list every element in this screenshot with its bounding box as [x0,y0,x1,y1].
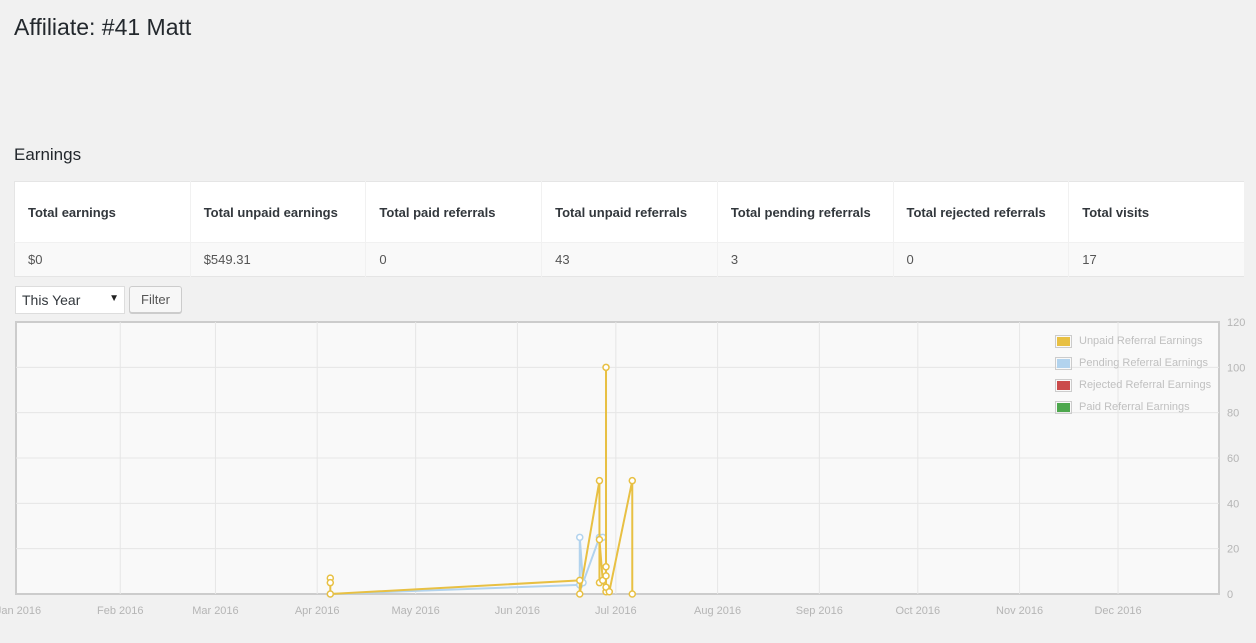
legend-color-unpaid [1057,336,1070,346]
header-total-rejected-referrals: Total rejected referrals [893,181,1070,243]
pending-referral-earnings-point [576,533,584,542]
value-total-paid-referrals: 0 [365,242,543,277]
earnings-table: Total earnings Total unpaid earnings Tot… [14,181,1245,277]
x-tick-label: Aug 2016 [694,605,741,617]
header-total-unpaid-referrals: Total unpaid referrals [541,181,718,243]
unpaid-referral-earnings-point [628,590,637,598]
legend-color-paid [1057,402,1070,412]
legend-rejected: Rejected Referral Earnings [1055,374,1211,396]
date-range-select[interactable]: This Year ▼ [15,286,125,314]
unpaid-referral-earnings-point [605,587,614,596]
value-total-unpaid-earnings: $549.31 [190,242,367,277]
unpaid-referral-earnings-point [628,476,637,485]
y-tick-label: 100 [1227,362,1245,374]
header-total-paid-referrals: Total paid referrals [365,181,543,243]
x-tick-label: Nov 2016 [996,605,1043,617]
header-total-earnings: Total earnings [14,181,191,243]
x-tick-label: Jun 2016 [495,605,540,617]
legend-swatch-paid [1055,400,1072,414]
x-tick-label: Sep 2016 [796,605,843,617]
legend-pending: Pending Referral Earnings [1055,352,1211,374]
unpaid-referral-earnings-point [326,578,335,587]
date-range-value: This Year [22,292,81,308]
unpaid-referral-earnings-point [595,476,604,485]
y-tick-label: 120 [1227,318,1245,329]
filter-button[interactable]: Filter [129,286,182,313]
x-tick-label: Jul 2016 [595,605,637,617]
y-tick-label: 60 [1227,453,1239,465]
unpaid-referral-earnings-point [326,590,335,598]
legend-label-pending: Pending Referral Earnings [1079,357,1209,369]
x-tick-label: May 2016 [391,605,439,617]
legend-paid: Paid Referral Earnings [1055,396,1211,418]
value-total-rejected-referrals: 0 [893,242,1070,277]
value-total-unpaid-referrals: 43 [541,242,718,277]
header-total-pending-referrals: Total pending referrals [717,181,894,243]
y-tick-label: 40 [1227,498,1239,510]
page-title: Affiliate: #41 Matt [14,14,192,40]
triangle-down-icon: ▼ [109,293,119,304]
value-total-pending-referrals: 3 [717,242,894,277]
legend-color-rejected [1057,380,1070,390]
header-total-unpaid-earnings: Total unpaid earnings [190,181,367,243]
x-tick-label: Mar 2016 [192,605,238,617]
legend-label-rejected: Rejected Referral Earnings [1079,379,1212,391]
x-tick-label: Oct 2016 [896,605,941,617]
y-tick-label: 20 [1227,544,1239,556]
unpaid-referral-earnings-point [602,363,610,372]
legend-color-pending [1057,358,1070,368]
unpaid-referral-earnings-point [576,590,584,598]
x-tick-label: Apr 2016 [295,605,340,617]
legend-swatch-pending [1055,356,1072,370]
legend-swatch-rejected [1055,378,1072,392]
x-tick-label: Dec 2016 [1094,605,1141,617]
unpaid-referral-earnings-point [595,535,604,544]
y-tick-label: 80 [1227,408,1239,420]
legend-label-paid: Paid Referral Earnings [1079,401,1190,413]
x-tick-label: Feb 2016 [97,605,143,617]
x-tick-label: Jan 2016 [0,605,41,617]
unpaid-referral-earnings-point [576,576,584,585]
value-total-visits: 17 [1068,242,1245,277]
earnings-heading: Earnings [14,145,82,164]
chart-legend: Unpaid Referral Earnings Pending Referra… [1055,330,1211,418]
header-total-visits: Total visits [1068,181,1245,243]
y-tick-label: 0 [1227,589,1233,601]
value-total-earnings: $0 [14,242,191,277]
legend-label-unpaid: Unpaid Referral Earnings [1079,335,1203,347]
legend-unpaid: Unpaid Referral Earnings [1055,330,1211,352]
earnings-value-row: $0 $549.31 0 43 3 0 17 [14,242,1245,277]
earnings-header-row: Total earnings Total unpaid earnings Tot… [14,181,1245,243]
unpaid-referral-earnings-point [602,563,610,571]
legend-swatch-unpaid [1055,334,1072,348]
unpaid-referral-earnings-point [602,572,610,580]
